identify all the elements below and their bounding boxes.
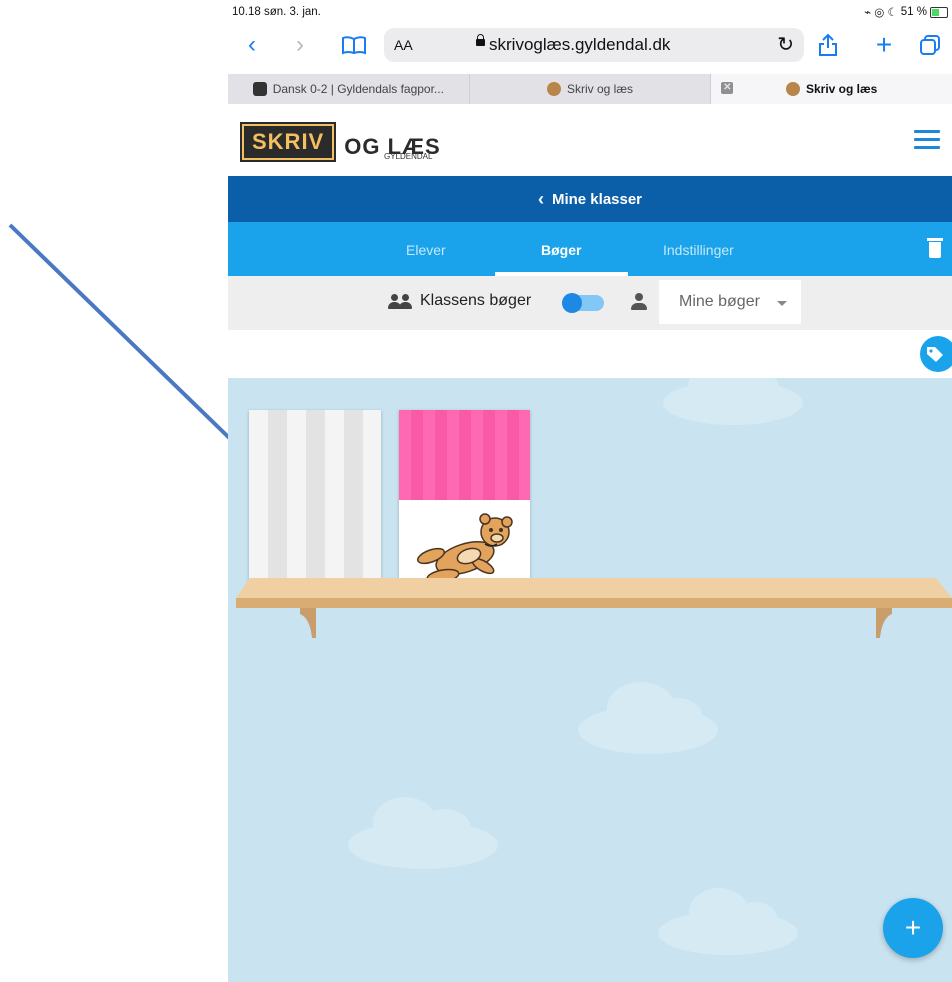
battery-percent: 51 % <box>900 6 927 18</box>
back-button[interactable]: ‹ <box>242 30 262 60</box>
bookmarks-button[interactable] <box>340 30 368 60</box>
status-indicators: ⌁ ◎ ☾ 51 % <box>864 5 948 19</box>
shelf-bracket <box>300 608 316 638</box>
logo-skriv: SKRIV <box>239 122 337 162</box>
cloud-decoration <box>663 378 803 425</box>
mine-klasser-link[interactable]: Mine klasser <box>552 191 642 208</box>
shelf-bracket <box>876 608 892 638</box>
tab-elever[interactable]: Elever <box>406 242 446 258</box>
book-cover-pink-band <box>399 410 530 500</box>
share-button[interactable] <box>816 30 840 60</box>
teddy-bear-illustration <box>416 513 513 584</box>
book-icon <box>342 36 366 55</box>
forward-icon: › <box>296 31 304 58</box>
book-cover-blank[interactable] <box>249 410 381 588</box>
add-book-button[interactable]: + <box>883 898 943 958</box>
cloud-decoration <box>348 797 498 869</box>
status-icons: ⌁ ◎ ☾ <box>864 7 898 19</box>
wooden-shelf <box>236 578 952 608</box>
tabs-overview-button[interactable] <box>918 30 942 60</box>
browser-tab-active[interactable]: ✕ Skriv og læs <box>711 74 952 104</box>
tag-button[interactable] <box>920 336 952 372</box>
gyldendal-favicon <box>252 82 267 96</box>
url-text: skrivoglæs.gyldendal.dk <box>489 35 671 54</box>
bookshelf-area: + <box>228 378 952 982</box>
browser-tab[interactable]: Skriv og læs <box>470 74 712 104</box>
close-tab-icon[interactable]: ✕ <box>721 82 734 94</box>
browser-toolbar: ‹ › AA skrivoglæs.gyldendal.dk ↻ + <box>228 22 952 70</box>
tab-indstillinger[interactable]: Indstillinger <box>663 242 734 258</box>
cloud-decoration <box>658 888 798 955</box>
browser-tab[interactable]: Dansk 0-2 | Gyldendals fagpor... <box>228 74 470 104</box>
back-to-classes-bar: ‹ Mine klasser <box>228 176 952 222</box>
owl-favicon <box>785 82 800 96</box>
toolbar-strip <box>228 330 952 378</box>
class-books-label: Klassens bøger <box>420 292 532 309</box>
browser-tab-label: Skriv og læs <box>805 82 878 96</box>
class-books-filter: Klassens bøger <box>388 292 531 310</box>
menu-icon[interactable] <box>914 130 940 154</box>
tag-icon <box>927 347 943 362</box>
ipad-screen: 10.18 søn. 3. jan. ⌁ ◎ ☾ 51 % ‹ › AA skr… <box>228 0 952 982</box>
book-cover-teddy[interactable] <box>399 410 530 588</box>
address-bar[interactable]: AA skrivoglæs.gyldendal.dk ↻ <box>384 28 804 62</box>
cloud-decoration <box>578 682 718 754</box>
filter-bar: Klassens bøger Mine bøger <box>228 276 952 330</box>
browser-tab-label: Skriv og læs <box>566 82 634 96</box>
forward-button[interactable]: › <box>290 30 310 60</box>
my-books-select[interactable]: Mine bøger <box>659 280 801 324</box>
class-books-toggle[interactable] <box>562 293 604 313</box>
lock-icon <box>476 34 485 46</box>
new-tab-button[interactable]: + <box>872 29 896 60</box>
browser-tab-label: Dansk 0-2 | Gyldendals fagpor... <box>272 82 444 96</box>
skriv-og-laes-logo[interactable]: SKRIV OG LÆS GYLDENDAL <box>239 120 441 162</box>
chevron-left-icon[interactable]: ‹ <box>538 189 544 210</box>
my-books-value: Mine bøger <box>679 293 760 310</box>
plus-icon: + <box>904 912 922 943</box>
logo-gyldendal: GYLDENDAL <box>384 152 433 161</box>
site-header: SKRIV OG LÆS GYLDENDAL <box>228 104 952 176</box>
tabs-icon <box>920 35 940 55</box>
reload-icon[interactable]: ↻ <box>777 32 794 57</box>
back-icon: ‹ <box>248 31 256 58</box>
status-time: 10.18 søn. 3. jan. <box>232 6 321 18</box>
browser-tabs: Dansk 0-2 | Gyldendals fagpor... Skriv o… <box>228 74 952 104</box>
status-bar: 10.18 søn. 3. jan. ⌁ ◎ ☾ 51 % <box>228 0 952 22</box>
plus-icon: + <box>875 29 893 60</box>
person-icon <box>630 293 648 311</box>
tab-boger[interactable]: Bøger <box>541 242 581 258</box>
owl-favicon <box>546 82 561 96</box>
caret-down-icon <box>777 301 787 306</box>
trash-icon[interactable] <box>927 238 943 258</box>
reader-aa-button[interactable]: AA <box>394 37 413 53</box>
people-icon <box>388 293 414 309</box>
share-icon <box>819 33 837 56</box>
battery-icon <box>930 6 948 18</box>
class-tabs: Elever Bøger Indstillinger <box>228 222 952 276</box>
